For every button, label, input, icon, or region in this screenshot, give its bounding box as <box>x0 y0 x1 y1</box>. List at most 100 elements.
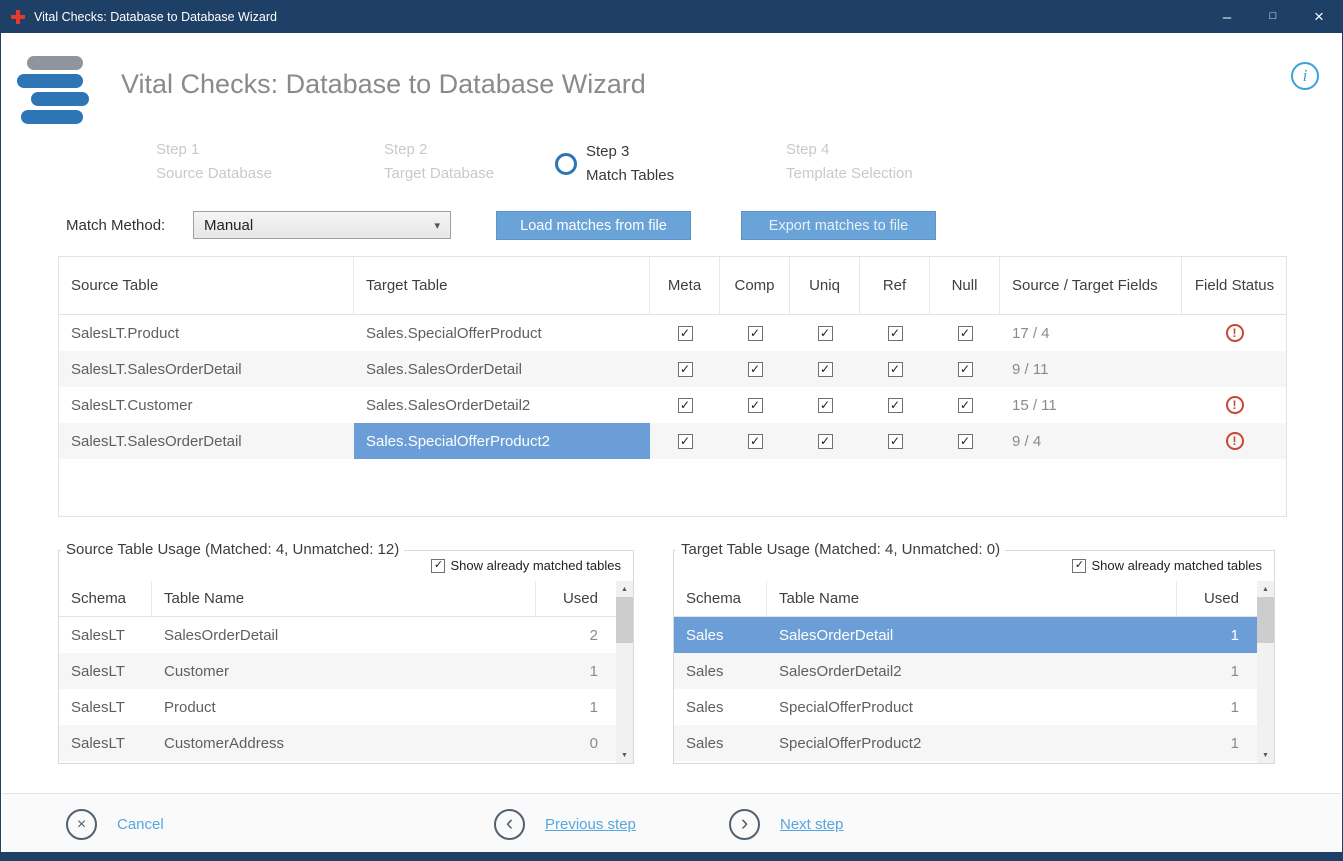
step-number: Step 4 <box>786 138 913 162</box>
usage-table-row[interactable]: SalesLTCustomerAddress0 <box>59 725 616 761</box>
column-header-schema: Schema <box>674 581 767 616</box>
check-cell: ✓ <box>930 423 1000 459</box>
checkbox-checked[interactable]: ✓ <box>958 362 973 377</box>
schema-cell: SalesLT <box>59 653 152 689</box>
checkbox-checked[interactable]: ✓ <box>818 362 833 377</box>
match-method-dropdown[interactable]: Manual ▾ <box>193 211 451 239</box>
check-cell: ✓ <box>720 351 790 387</box>
source-table-cell[interactable]: SalesLT.Product <box>59 315 354 351</box>
match-table-row[interactable]: SalesLT.CustomerSales.SalesOrderDetail2 ✓… <box>59 387 1286 423</box>
usage-table-row[interactable]: SalesSpecialOfferProduct21 <box>674 725 1257 761</box>
used-count-cell: 1 <box>1177 725 1257 761</box>
target-table-cell[interactable]: Sales.SpecialOfferProduct2 <box>354 423 650 459</box>
schema-cell: Sales <box>674 689 767 725</box>
checkbox-checked[interactable]: ✓ <box>818 398 833 413</box>
checkbox-checked[interactable]: ✓ <box>748 326 763 341</box>
scroll-thumb[interactable] <box>616 597 633 643</box>
checkbox-checked[interactable]: ✓ <box>818 326 833 341</box>
checkbox-checked[interactable]: ✓ <box>678 434 693 449</box>
source-table-cell[interactable]: SalesLT.SalesOrderDetail <box>59 423 354 459</box>
checkbox-checked[interactable]: ✓ <box>888 434 903 449</box>
checkbox-checked[interactable]: ✓ <box>678 398 693 413</box>
previous-step-button[interactable]: ‹ Previous step <box>494 809 636 840</box>
target-usage-scrollbar[interactable]: ▲ ▼ <box>1257 581 1274 763</box>
checkbox-checked[interactable]: ✓ <box>958 326 973 341</box>
checkbox-checked[interactable]: ✓ <box>748 434 763 449</box>
checkbox-checked[interactable]: ✓ <box>748 362 763 377</box>
error-status-icon[interactable]: ! <box>1226 432 1244 450</box>
step-number: Step 2 <box>384 138 494 162</box>
scroll-up-icon[interactable]: ▲ <box>616 581 633 597</box>
column-header-table-name: Table Name <box>152 581 536 616</box>
match-table-row[interactable]: SalesLT.SalesOrderDetailSales.SalesOrder… <box>59 351 1286 387</box>
check-cell: ✓ <box>930 387 1000 423</box>
usage-table-row[interactable]: SalesSalesOrderDetail21 <box>674 653 1257 689</box>
target-table-cell[interactable]: Sales.SalesOrderDetail2 <box>354 387 650 423</box>
source-table-cell[interactable]: SalesLT.SalesOrderDetail <box>59 351 354 387</box>
checkbox-checked[interactable]: ✓ <box>748 398 763 413</box>
source-table-cell[interactable]: SalesLT.Customer <box>59 387 354 423</box>
used-count-cell: 1 <box>1177 617 1257 653</box>
usage-table-header: Schema Table Name Used <box>59 581 616 617</box>
step-4-template-selection: Step 4 Template Selection <box>786 138 913 186</box>
scroll-down-icon[interactable]: ▼ <box>1257 747 1274 763</box>
schema-cell: SalesLT <box>59 689 152 725</box>
target-usage-table: Schema Table Name Used SalesSalesOrderDe… <box>674 581 1257 763</box>
scroll-thumb[interactable] <box>1257 597 1274 643</box>
usage-table-row[interactable]: SalesLTProduct1 <box>59 689 616 725</box>
maximize-button[interactable]: □ <box>1250 1 1296 33</box>
column-header-source-table: Source Table <box>59 257 354 314</box>
chevron-left-icon: ‹ <box>494 809 525 840</box>
match-method-label: Match Method: <box>66 217 165 234</box>
scroll-up-icon[interactable]: ▲ <box>1257 581 1274 597</box>
used-count-cell: 1 <box>1177 653 1257 689</box>
table-name-cell: CustomerAddress <box>152 725 536 761</box>
match-table-row[interactable]: SalesLT.ProductSales.SpecialOfferProduct… <box>59 315 1286 351</box>
used-count-cell: 1 <box>536 653 616 689</box>
checkbox-checked[interactable]: ✓ <box>818 434 833 449</box>
usage-table-row[interactable]: SalesLTCustomer1 <box>59 653 616 689</box>
target-table-cell[interactable]: Sales.SalesOrderDetail <box>354 351 650 387</box>
checkbox-checked[interactable]: ✓ <box>888 398 903 413</box>
check-cell: ✓ <box>790 351 860 387</box>
match-table-row[interactable]: SalesLT.SalesOrderDetailSales.SpecialOff… <box>59 423 1286 459</box>
next-step-button[interactable]: › Next step <box>729 809 843 840</box>
dropdown-arrow-icon: ▾ <box>434 219 440 232</box>
load-matches-button[interactable]: Load matches from file <box>496 211 691 240</box>
table-name-cell: SalesOrderDetail <box>767 617 1177 653</box>
checkbox-checked[interactable]: ✓ <box>678 326 693 341</box>
field-status-cell <box>1182 351 1287 387</box>
minimize-button[interactable]: – <box>1204 1 1250 33</box>
column-header-field-status: Field Status <box>1182 257 1287 314</box>
previous-step-label: Previous step <box>545 816 636 833</box>
checkbox-checked[interactable]: ✓ <box>888 362 903 377</box>
app-window: Vital Checks: Database to Database Wizar… <box>0 0 1343 861</box>
checkbox-checked[interactable]: ✓ <box>678 362 693 377</box>
checkbox-checked[interactable]: ✓ <box>958 398 973 413</box>
checkbox-checked-icon: ✓ <box>1072 559 1086 573</box>
info-icon[interactable]: i <box>1291 62 1319 90</box>
usage-table-row[interactable]: SalesLTSalesOrderDetail2 <box>59 617 616 653</box>
cancel-x-icon: × <box>66 809 97 840</box>
error-status-icon[interactable]: ! <box>1226 396 1244 414</box>
checkbox-checked[interactable]: ✓ <box>888 326 903 341</box>
target-table-cell[interactable]: Sales.SpecialOfferProduct <box>354 315 650 351</box>
step-label: Target Database <box>384 162 494 186</box>
cancel-button[interactable]: × Cancel <box>66 809 164 840</box>
source-usage-scrollbar[interactable]: ▲ ▼ <box>616 581 633 763</box>
usage-table-row[interactable]: SalesSpecialOfferProduct1 <box>674 689 1257 725</box>
show-matched-checkbox-source[interactable]: ✓ Show already matched tables <box>431 558 621 573</box>
table-name-cell: SalesOrderDetail <box>152 617 536 653</box>
scroll-down-icon[interactable]: ▼ <box>616 747 633 763</box>
error-status-icon[interactable]: ! <box>1226 324 1244 342</box>
fields-count-cell: 15 / 11 <box>1000 387 1182 423</box>
check-cell: ✓ <box>650 351 720 387</box>
checkbox-checked[interactable]: ✓ <box>958 434 973 449</box>
close-button[interactable]: × <box>1296 1 1342 33</box>
show-matched-checkbox-target[interactable]: ✓ Show already matched tables <box>1072 558 1262 573</box>
column-header-comp: Comp <box>720 257 790 314</box>
export-matches-button[interactable]: Export matches to file <box>741 211 936 240</box>
window-controls: – □ × <box>1204 1 1342 33</box>
usage-table-row[interactable]: SalesSalesOrderDetail1 <box>674 617 1257 653</box>
chevron-right-icon: › <box>729 809 760 840</box>
